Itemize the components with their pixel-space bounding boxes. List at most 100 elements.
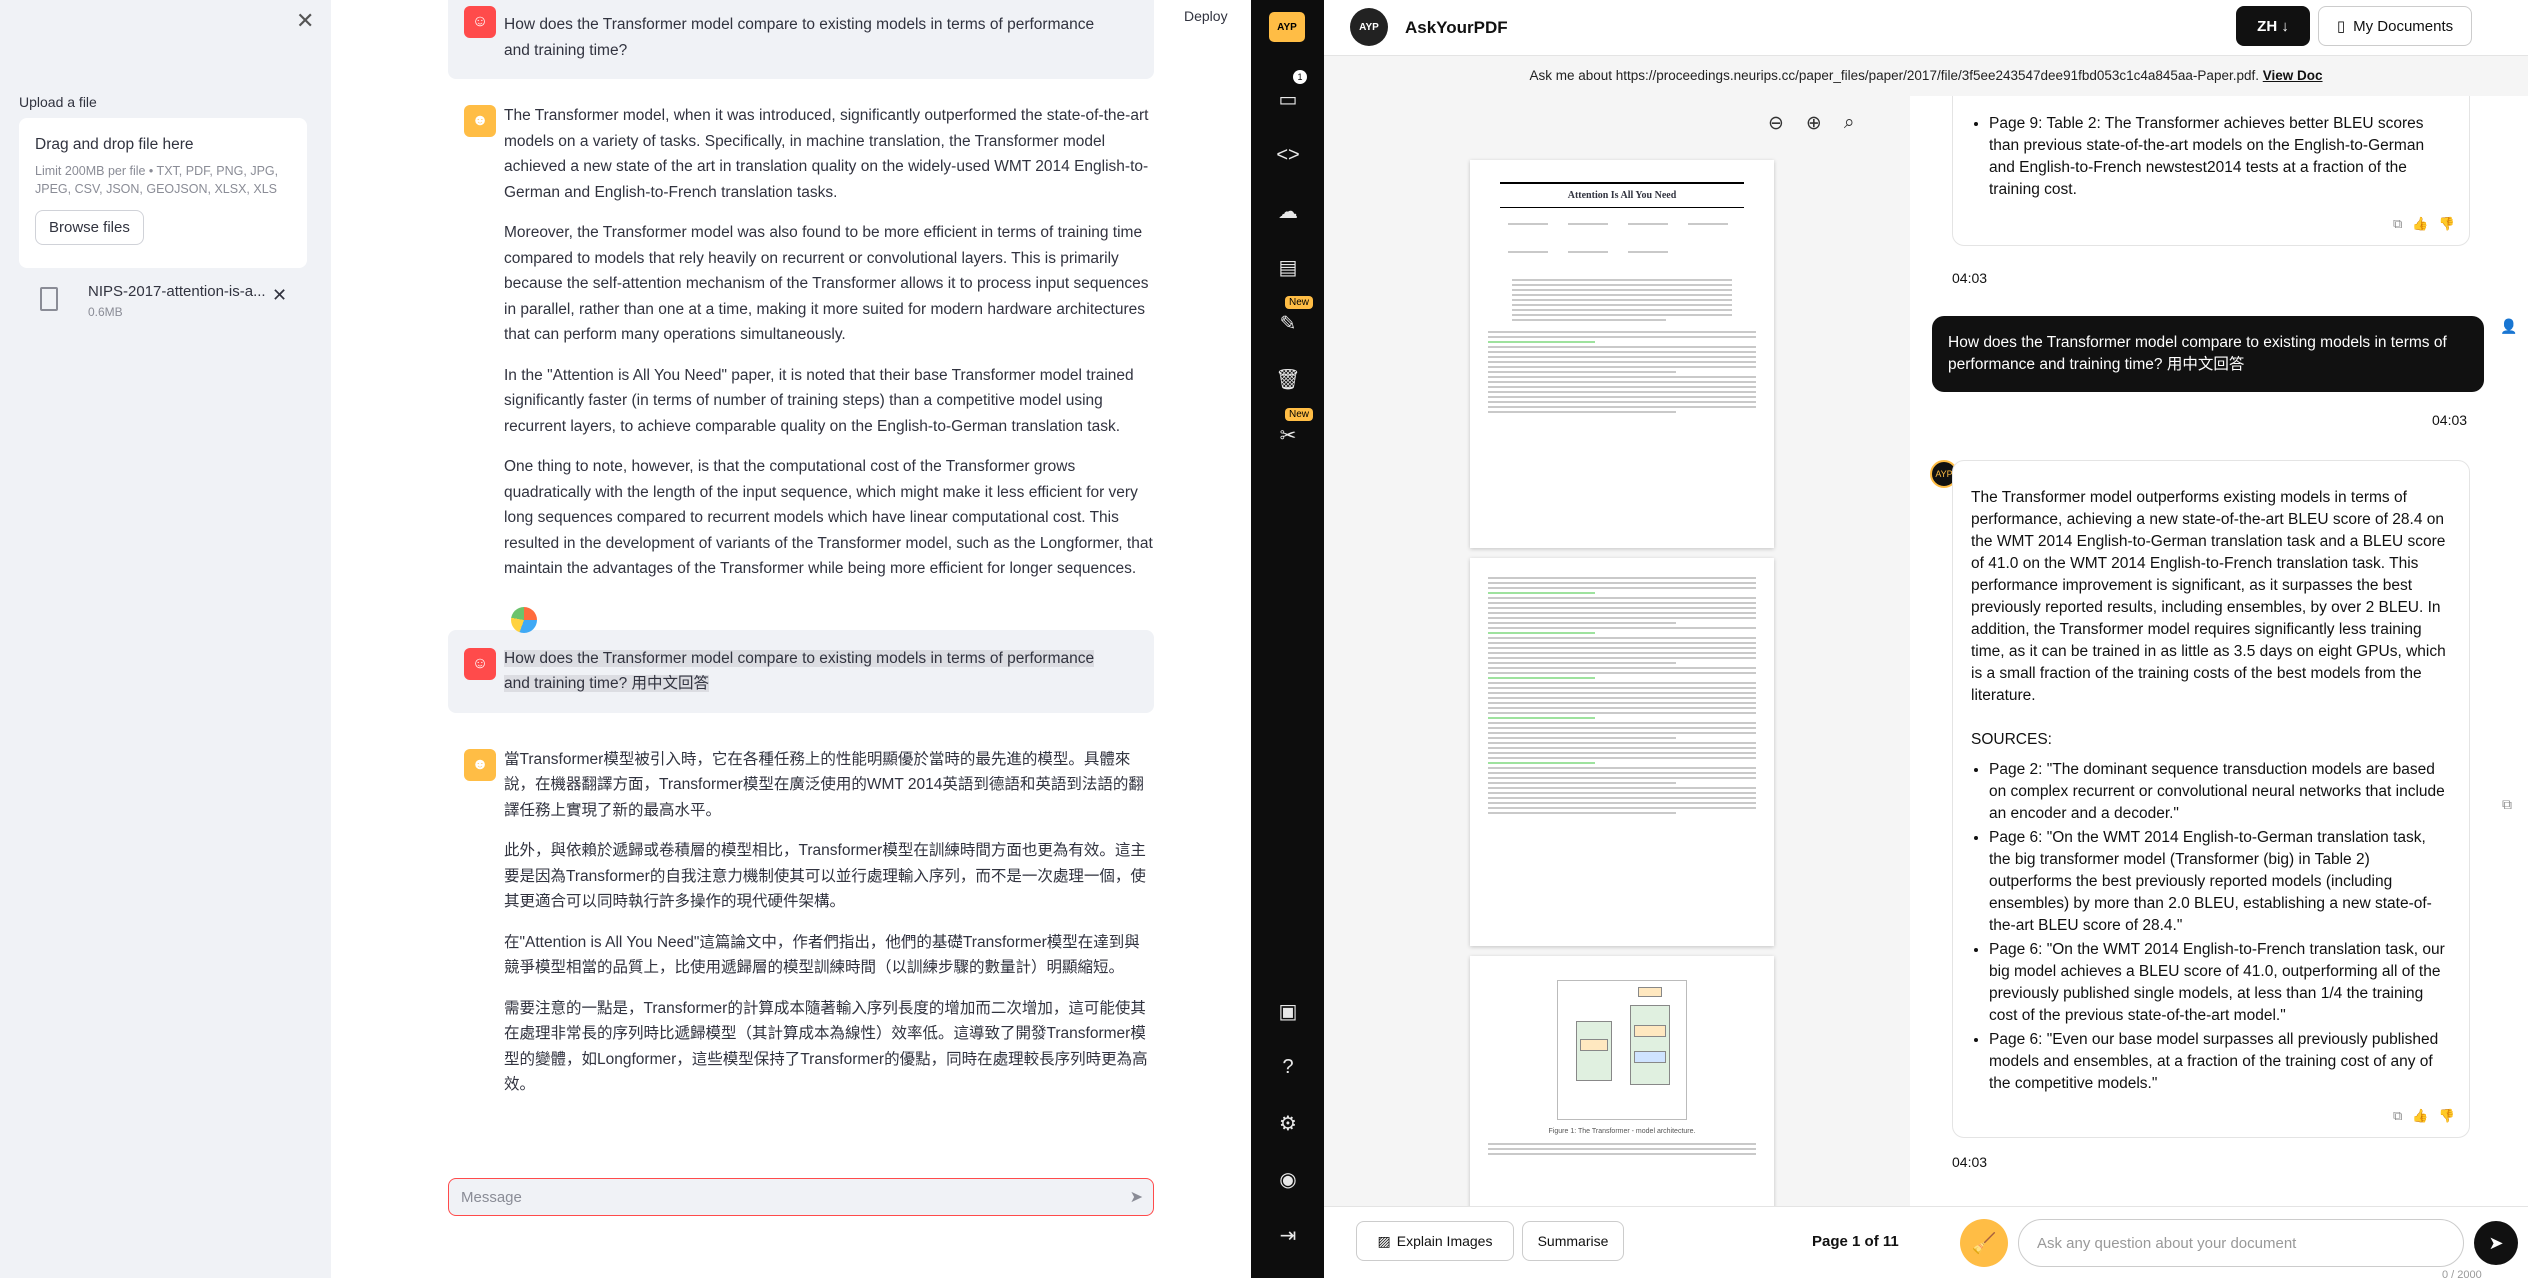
file-dropzone[interactable]: Drag and drop file here Limit 200MB per … xyxy=(19,118,307,268)
search-icon[interactable]: ⌕ xyxy=(1844,112,1855,135)
askyourpdf-panel: AYP AskYourPDF ZH ↓ ▯ My Documents Ask me… xyxy=(1324,0,2528,1278)
settings-gear-icon[interactable]: ⚙ xyxy=(1273,1108,1303,1138)
summarise-button[interactable]: Summarise xyxy=(1522,1221,1624,1261)
message-paragraph: 在"Attention is All You Need"這篇論文中，作者們指出，… xyxy=(504,933,1140,977)
deploy-button[interactable]: Deploy xyxy=(1184,8,1228,24)
user-icon: 👤 xyxy=(2500,318,2518,334)
message-time: 04:03 xyxy=(2432,412,2468,428)
thumbs-down-icon[interactable]: 👎 xyxy=(2438,1105,2454,1127)
panel-footer: ▨ Explain Images Summarise Page 1 of 11 🧹… xyxy=(1324,1206,2528,1278)
chat-message-assistant: ☻ 當Transformer模型被引入時，它在各種任務上的性能明顯優於當時的最先… xyxy=(448,731,1154,1114)
view-doc-link[interactable]: View Doc xyxy=(2263,68,2323,83)
copy-icon[interactable]: ⧉ xyxy=(2393,1105,2402,1127)
message-paragraph: One thing to note, however, is that the … xyxy=(504,458,1153,577)
send-icon[interactable]: ➤ xyxy=(2474,1221,2518,1265)
cloud-upload-icon[interactable]: ☁ xyxy=(1273,196,1303,226)
panel-title: AskYourPDF xyxy=(1405,18,1508,37)
pdf-page-2 xyxy=(1470,558,1774,946)
close-sidebar-icon[interactable]: ✕ xyxy=(296,8,314,34)
message-paragraph: Moreover, the Transformer model was also… xyxy=(504,224,1149,343)
document-url-text: Ask me about https://proceedings.neurips… xyxy=(1529,68,2259,83)
askyourpdf-logo-icon[interactable]: AYP xyxy=(1269,12,1305,42)
char-counter: 0 / 2000 xyxy=(2442,1269,2482,1278)
extension-rail: AYP ▭ 1 <> ☁ ▤ New ✎ 🗑 New ✂ ▣ ? ⚙ ◉ ⇥ xyxy=(1251,0,1324,1278)
user-avatar-icon: ☺ xyxy=(464,6,496,38)
pen-icon[interactable]: ✎ xyxy=(1273,308,1303,338)
card-icon[interactable]: ▣ xyxy=(1273,996,1303,1026)
chat-icon[interactable]: ▭ xyxy=(1273,84,1303,114)
message-text: How does the Transformer model compare t… xyxy=(504,16,1095,59)
zoom-tools: ⊖ ⊕ ⌕ xyxy=(1768,112,1854,135)
document-question-input[interactable]: Ask any question about your document xyxy=(2018,1219,2464,1267)
message-time: 04:03 xyxy=(1952,1154,1988,1170)
remove-file-icon[interactable]: ✕ xyxy=(272,285,287,306)
user-avatar-icon: ☺ xyxy=(464,647,496,680)
thumbs-down-icon[interactable]: 👎 xyxy=(2438,213,2454,235)
browse-files-button[interactable]: Browse files xyxy=(35,210,144,245)
explain-images-button[interactable]: ▨ Explain Images xyxy=(1356,1221,1514,1261)
source-item: Page 6: "On the WMT 2014 English-to-Fren… xyxy=(1989,939,2451,1027)
image-icon: ▨ xyxy=(1377,1232,1391,1249)
pdf-page-3: Figure 1: The Transformer - model archit… xyxy=(1470,956,1774,1206)
message-paragraph: In the "Attention is All You Need" paper… xyxy=(504,366,1134,435)
chat-history: ☺ How does the Transformer model compare… xyxy=(448,0,1154,1114)
dropzone-limit: Limit 200MB per file • TXT, PDF, PNG, JP… xyxy=(35,164,279,196)
zoom-in-icon[interactable]: ⊕ xyxy=(1806,112,1822,135)
document-url-bar: Ask me about https://proceedings.neurips… xyxy=(1324,56,2528,96)
logout-icon[interactable]: ⇥ xyxy=(1273,1220,1303,1250)
askyourpdf-logo-icon: AYP xyxy=(1350,8,1388,46)
panel-header: AYP AskYourPDF ZH ↓ ▯ My Documents xyxy=(1324,0,2528,56)
chat-message-user: ☺ How does the Transformer model compare… xyxy=(448,629,1154,713)
document-icon[interactable]: ▤ xyxy=(1273,252,1303,282)
sources-label: SOURCES: xyxy=(1971,731,2052,748)
pdf-title: Attention Is All You Need xyxy=(1500,182,1744,208)
send-icon[interactable]: ➤ xyxy=(1130,1187,1143,1207)
chat-message-user: ☺ How does the Transformer model compare… xyxy=(448,0,1154,79)
message-paragraph: 當Transformer模型被引入時，它在各種任務上的性能明顯優於當時的最先進的… xyxy=(504,750,1144,819)
assistant-message: The Transformer model outperforms existi… xyxy=(1952,460,2470,1138)
thumbs-up-icon[interactable]: 👍 xyxy=(2412,213,2428,235)
assistant-avatar-icon: ☻ xyxy=(464,105,496,137)
thumbs-up-icon[interactable]: 👍 xyxy=(2412,1105,2428,1127)
pdf-viewer[interactable]: ⊖ ⊕ ⌕ Attention Is All You Need Figure 1… xyxy=(1324,96,1910,1206)
feedback-icons: ⧉ 👍 👎 xyxy=(2393,213,2455,235)
file-size: 0.6MB xyxy=(88,305,123,319)
source-item: Page 9: Table 2: The Transformer achieve… xyxy=(1989,113,2451,201)
document-chat: Page 9: Table 2: The Transformer achieve… xyxy=(1910,96,2528,1206)
account-icon[interactable]: ◉ xyxy=(1273,1164,1303,1194)
streamlit-sidebar: ✕ Upload a file Drag and drop file here … xyxy=(0,0,331,1278)
streamlit-main: Deploy ☺ How does the Transformer model … xyxy=(331,0,1251,1278)
upload-label: Upload a file xyxy=(19,94,97,110)
message-time: 04:03 xyxy=(1952,270,1988,286)
help-icon[interactable]: ? xyxy=(1273,1052,1303,1082)
language-button[interactable]: ZH ↓ xyxy=(2236,6,2310,46)
user-message: How does the Transformer model compare t… xyxy=(1932,316,2484,392)
figure-caption: Figure 1: The Transformer - model archit… xyxy=(1548,1128,1696,1135)
code-icon[interactable]: <> xyxy=(1273,140,1303,170)
file-icon xyxy=(40,287,58,311)
copy-icon[interactable]: ⧉ xyxy=(2393,213,2402,235)
message-paragraph: 此外，與依賴於遞歸或卷積層的模型相比，Transformer模型在訓練時間方面也… xyxy=(504,842,1146,910)
zoom-out-icon[interactable]: ⊖ xyxy=(1768,112,1784,135)
my-documents-button[interactable]: ▯ My Documents xyxy=(2318,6,2472,46)
message-paragraph: The Transformer model, when it was intro… xyxy=(504,107,1149,201)
tools-icon[interactable]: ✂ xyxy=(1273,420,1303,450)
trash-icon[interactable]: 🗑 xyxy=(1273,364,1303,394)
assistant-avatar-icon: ☻ xyxy=(464,748,496,781)
running-indicator-icon xyxy=(511,607,537,633)
assistant-message: Page 9: Table 2: The Transformer achieve… xyxy=(1952,96,2470,246)
transformer-figure xyxy=(1557,980,1687,1120)
notification-badge: 1 xyxy=(1293,70,1307,84)
dropzone-title: Drag and drop file here xyxy=(35,136,194,153)
pdf-page-1: Attention Is All You Need xyxy=(1470,160,1774,548)
message-input[interactable]: Message ➤ xyxy=(448,1178,1154,1216)
message-input-placeholder: Message xyxy=(461,1188,522,1206)
clear-chat-broom-icon[interactable]: 🧹 xyxy=(1960,1219,2008,1267)
copy-icon[interactable]: ⧉ xyxy=(2502,796,2512,813)
source-item: Page 6: "On the WMT 2014 English-to-Germ… xyxy=(1989,827,2451,937)
chat-message-assistant: ☻ The Transformer model, when it was int… xyxy=(448,87,1154,598)
answer-text: The Transformer model outperforms existi… xyxy=(1971,489,2446,704)
message-paragraph: 需要注意的一點是，Transformer的計算成本隨著輸入序列長度的增加而二次增… xyxy=(504,999,1148,1094)
documents-icon: ▯ xyxy=(2336,18,2346,35)
source-item: Page 6: "Even our base model surpasses a… xyxy=(1989,1029,2451,1095)
